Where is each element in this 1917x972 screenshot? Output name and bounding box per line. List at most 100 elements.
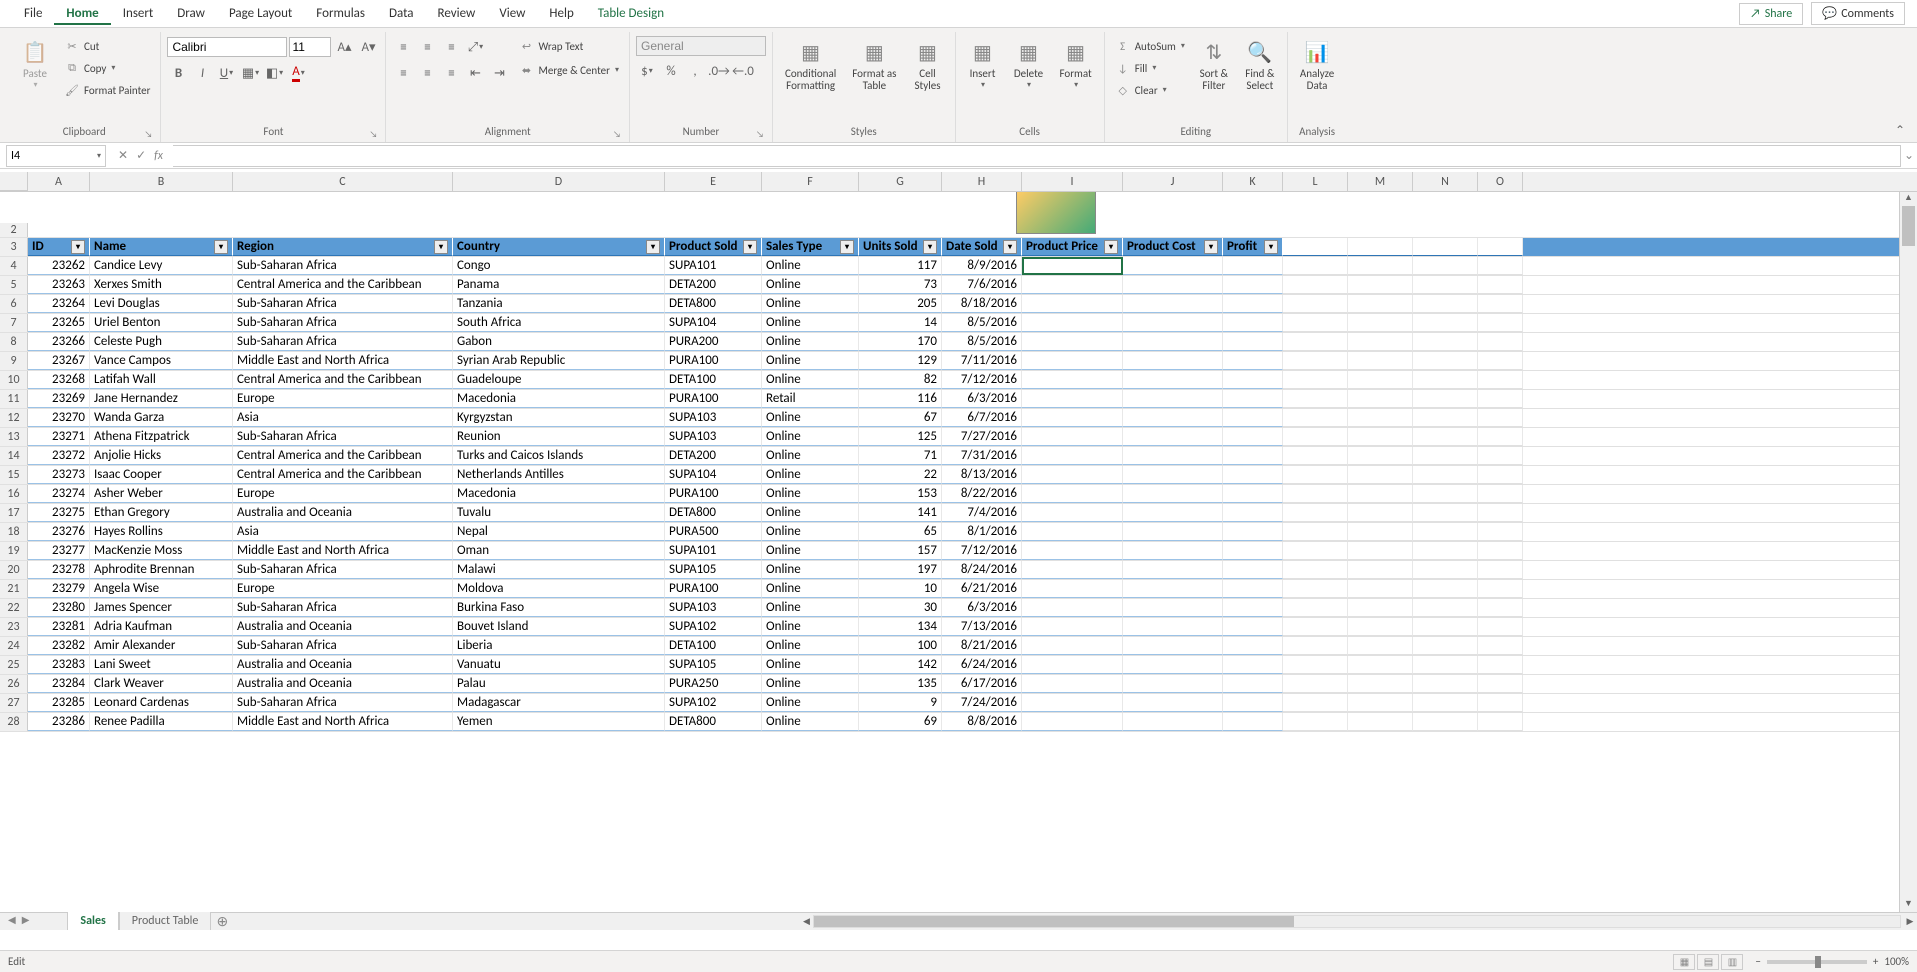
cell[interactable]: [1123, 447, 1223, 465]
font-name-select[interactable]: [167, 37, 287, 57]
column-header-I[interactable]: I: [1022, 172, 1123, 191]
cell[interactable]: [1413, 409, 1478, 427]
column-header-K[interactable]: K: [1223, 172, 1283, 191]
cell[interactable]: DETA800: [665, 713, 762, 731]
row-header-9[interactable]: 9: [0, 352, 28, 370]
cell[interactable]: 170: [859, 333, 942, 351]
cell[interactable]: Gabon: [453, 333, 665, 351]
cell[interactable]: [1223, 580, 1283, 598]
cell[interactable]: Retail: [762, 390, 859, 408]
row-header-21[interactable]: 21: [0, 580, 28, 598]
row-header-11[interactable]: 11: [0, 390, 28, 408]
sheet-tab-product-table[interactable]: Product Table: [119, 912, 212, 930]
cell[interactable]: 134: [859, 618, 942, 636]
cell[interactable]: 141: [859, 504, 942, 522]
cell[interactable]: Guadeloupe: [453, 371, 665, 389]
cell[interactable]: [1223, 409, 1283, 427]
table-header-cell[interactable]: Region▾: [233, 238, 453, 256]
cell[interactable]: [1223, 504, 1283, 522]
cell[interactable]: [1022, 409, 1123, 427]
cell[interactable]: 23286: [28, 713, 90, 731]
filter-dropdown-button[interactable]: ▾: [71, 240, 85, 254]
dialog-launcher-icon[interactable]: ↘: [756, 129, 764, 140]
filter-dropdown-button[interactable]: ▾: [1204, 240, 1218, 254]
cell[interactable]: Burkina Faso: [453, 599, 665, 617]
cell[interactable]: 23276: [28, 523, 90, 541]
cell[interactable]: [1022, 352, 1123, 370]
row-header-27[interactable]: 27: [0, 694, 28, 712]
cell[interactable]: [1413, 352, 1478, 370]
decrease-font-button[interactable]: A▾: [357, 36, 379, 58]
cell[interactable]: [1348, 466, 1413, 484]
cell[interactable]: [1478, 523, 1523, 541]
table-header-cell[interactable]: Profit▾: [1223, 238, 1283, 256]
cell[interactable]: PURA250: [665, 675, 762, 693]
cell[interactable]: [1022, 561, 1123, 579]
cell[interactable]: [1348, 694, 1413, 712]
cell[interactable]: [1223, 694, 1283, 712]
page-break-view-button[interactable]: ▥: [1721, 954, 1743, 970]
formula-input[interactable]: [173, 145, 1901, 167]
cell[interactable]: [1022, 314, 1123, 332]
cell[interactable]: Adria Kaufman: [90, 618, 233, 636]
cell[interactable]: SUPA105: [665, 656, 762, 674]
cell[interactable]: [1022, 504, 1123, 522]
cell[interactable]: [1348, 618, 1413, 636]
cell[interactable]: [1283, 599, 1348, 617]
cell[interactable]: [1478, 713, 1523, 731]
cell[interactable]: [1283, 504, 1348, 522]
cell[interactable]: Asher Weber: [90, 485, 233, 503]
cell[interactable]: [1283, 314, 1348, 332]
cell[interactable]: [1348, 580, 1413, 598]
analyze-data-button[interactable]: 📊Analyze Data: [1294, 36, 1340, 94]
cell[interactable]: Angela Wise: [90, 580, 233, 598]
cell[interactable]: [1478, 561, 1523, 579]
table-header-cell[interactable]: Product Sold▾: [665, 238, 762, 256]
cell[interactable]: 7/12/2016: [942, 542, 1022, 560]
cell[interactable]: Turks and Caicos Islands: [453, 447, 665, 465]
cell[interactable]: SUPA103: [665, 409, 762, 427]
cell[interactable]: PURA200: [665, 333, 762, 351]
cell[interactable]: [1022, 637, 1123, 655]
normal-view-button[interactable]: ▦: [1673, 954, 1695, 970]
cell[interactable]: [1223, 561, 1283, 579]
column-header-A[interactable]: A: [28, 172, 90, 191]
cell[interactable]: [1478, 675, 1523, 693]
cell[interactable]: [1413, 257, 1478, 275]
cell[interactable]: Renee Padilla: [90, 713, 233, 731]
cell[interactable]: [1478, 409, 1523, 427]
cell[interactable]: [1022, 675, 1123, 693]
format-as-table-button[interactable]: ▦Format as Table: [846, 36, 902, 94]
cell[interactable]: Middle East and North Africa: [233, 713, 453, 731]
menu-review[interactable]: Review: [426, 2, 488, 25]
cell[interactable]: [1478, 333, 1523, 351]
cell[interactable]: Central America and the Caribbean: [233, 371, 453, 389]
row-header-28[interactable]: 28: [0, 713, 28, 731]
find-select-button[interactable]: 🔍Find & Select: [1239, 36, 1281, 94]
cell[interactable]: 125: [859, 428, 942, 446]
cell[interactable]: [1413, 428, 1478, 446]
cell[interactable]: 23275: [28, 504, 90, 522]
row-header-13[interactable]: 13: [0, 428, 28, 446]
cell[interactable]: [1283, 485, 1348, 503]
cell[interactable]: [1348, 333, 1413, 351]
row-header-25[interactable]: 25: [0, 656, 28, 674]
cell[interactable]: [1283, 352, 1348, 370]
cell-styles-button[interactable]: ▦Cell Styles: [907, 36, 949, 94]
clipart-image[interactable]: [1016, 192, 1096, 234]
table-header-cell[interactable]: Name▾: [90, 238, 233, 256]
fill-button[interactable]: ↓Fill▾: [1111, 58, 1189, 78]
cell[interactable]: [1348, 504, 1413, 522]
cell[interactable]: 23272: [28, 447, 90, 465]
row-header-6[interactable]: 6: [0, 295, 28, 313]
align-bottom-button[interactable]: ≡: [440, 36, 462, 58]
cell[interactable]: James Spencer: [90, 599, 233, 617]
cell[interactable]: 10: [859, 580, 942, 598]
cell[interactable]: [1413, 523, 1478, 541]
column-header-J[interactable]: J: [1123, 172, 1223, 191]
filter-dropdown-button[interactable]: ▾: [214, 240, 228, 254]
cell[interactable]: [1348, 713, 1413, 731]
cell[interactable]: Australia and Oceania: [233, 675, 453, 693]
dialog-launcher-icon[interactable]: ↘: [370, 129, 378, 140]
cell[interactable]: 6/24/2016: [942, 656, 1022, 674]
